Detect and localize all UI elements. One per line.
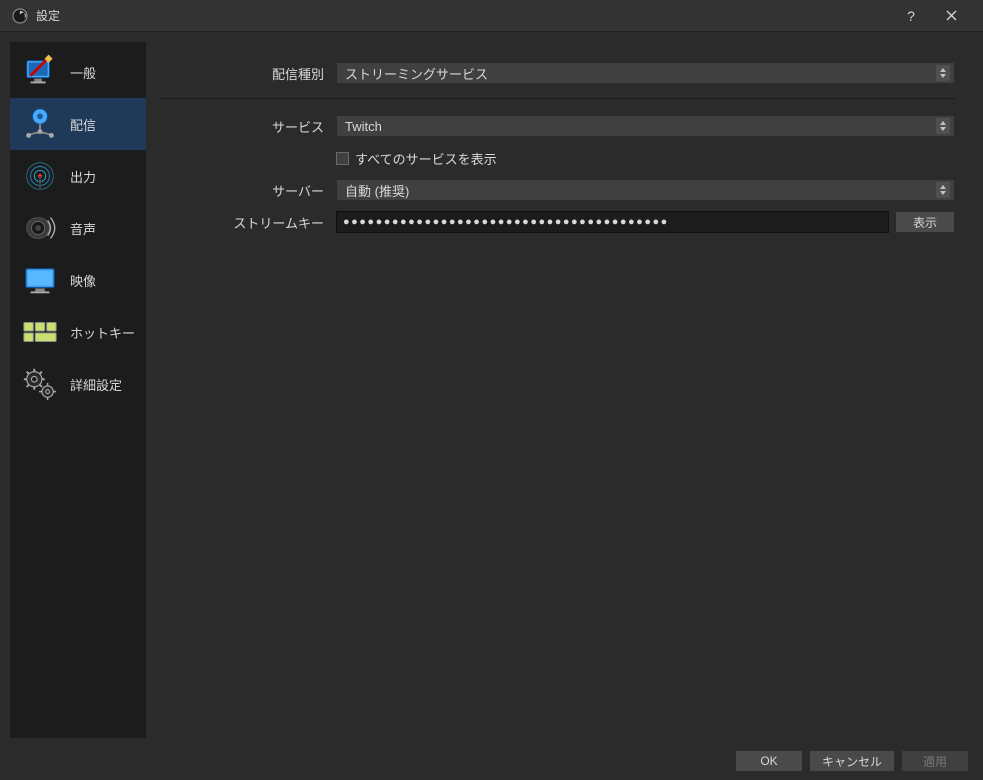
dialog-footer: OK キャンセル 適用 <box>0 742 983 780</box>
titlebar: 設定 ? <box>0 0 983 32</box>
server-combo[interactable]: 自動 (推奨) <box>336 179 955 201</box>
cancel-button[interactable]: キャンセル <box>809 750 895 772</box>
sidebar-item-label: ホットキー <box>70 323 135 342</box>
audio-icon <box>20 208 60 248</box>
advanced-icon <box>20 364 60 404</box>
show-all-checkbox-row[interactable]: すべてのサービスを表示 <box>336 149 497 168</box>
sidebar-item-stream[interactable]: 配信 <box>10 98 146 150</box>
stream-type-value: ストリーミングサービス <box>345 64 488 83</box>
sidebar-item-label: 配信 <box>70 115 96 134</box>
service-value: Twitch <box>345 119 382 134</box>
sidebar-item-label: 出力 <box>70 167 96 186</box>
video-icon <box>20 260 60 300</box>
hotkey-icon <box>20 312 60 352</box>
sidebar-item-advanced[interactable]: 詳細設定 <box>10 358 146 410</box>
chevron-updown-icon <box>936 182 950 198</box>
sidebar-item-hotkeys[interactable]: ホットキー <box>10 306 146 358</box>
stream-key-value: ●●●●●●●●●●●●●●●●●●●●●●●●●●●●●●●●●●●●●●●● <box>343 216 669 228</box>
chevron-updown-icon <box>936 65 950 81</box>
window-title: 設定 <box>36 7 60 24</box>
sidebar-item-general[interactable]: 一般 <box>10 46 146 98</box>
help-button[interactable]: ? <box>891 0 931 32</box>
settings-sidebar: 一般 配信 <box>10 42 146 738</box>
general-icon <box>20 52 60 92</box>
chevron-updown-icon <box>936 118 950 134</box>
show-key-button[interactable]: 表示 <box>895 211 955 233</box>
show-all-checkbox[interactable] <box>336 152 349 165</box>
sidebar-item-label: 詳細設定 <box>70 375 122 394</box>
sidebar-item-output[interactable]: 出力 <box>10 150 146 202</box>
service-combo[interactable]: Twitch <box>336 115 955 137</box>
output-icon <box>20 156 60 196</box>
sidebar-item-label: 映像 <box>70 271 96 290</box>
sidebar-item-audio[interactable]: 音声 <box>10 202 146 254</box>
obs-icon <box>12 8 28 24</box>
close-button[interactable] <box>931 0 971 32</box>
stream-key-input[interactable]: ●●●●●●●●●●●●●●●●●●●●●●●●●●●●●●●●●●●●●●●● <box>336 211 889 233</box>
show-all-label: すべてのサービスを表示 <box>355 149 497 168</box>
server-value: 自動 (推奨) <box>345 181 409 200</box>
stream-icon <box>20 104 60 144</box>
server-label: サーバー <box>160 181 336 200</box>
settings-content: 配信種別 ストリーミングサービス サービス Twitch <box>146 42 973 738</box>
stream-type-label: 配信種別 <box>160 64 336 83</box>
section-divider <box>160 98 955 99</box>
service-label: サービス <box>160 117 336 136</box>
sidebar-item-label: 一般 <box>70 63 96 82</box>
sidebar-item-video[interactable]: 映像 <box>10 254 146 306</box>
sidebar-item-label: 音声 <box>70 219 96 238</box>
stream-type-combo[interactable]: ストリーミングサービス <box>336 62 955 84</box>
ok-button[interactable]: OK <box>735 750 803 772</box>
apply-button[interactable]: 適用 <box>901 750 969 772</box>
stream-key-label: ストリームキー <box>160 213 336 232</box>
